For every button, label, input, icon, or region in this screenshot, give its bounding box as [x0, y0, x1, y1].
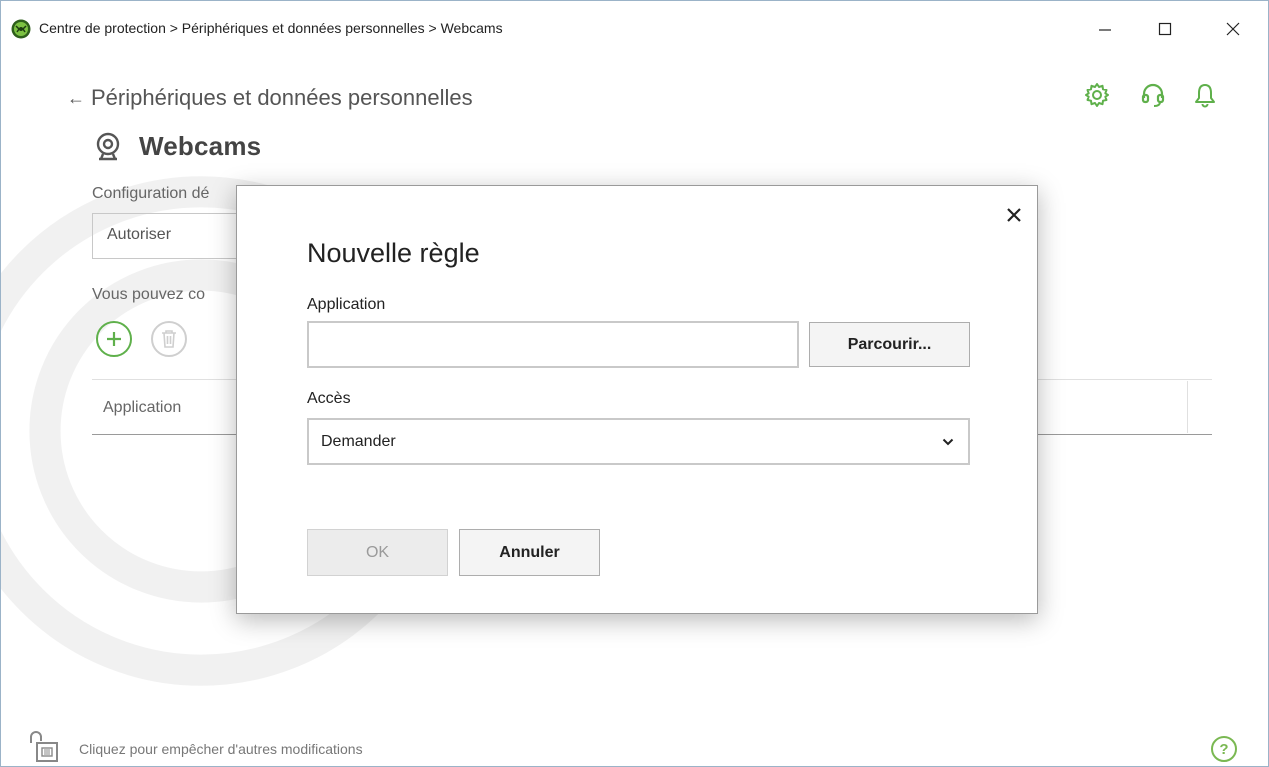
trash-icon [162, 330, 176, 348]
maximize-button[interactable] [1145, 14, 1185, 44]
drweb-logo-icon [11, 19, 31, 39]
dialog-close-button[interactable] [1003, 204, 1025, 226]
gear-icon[interactable] [1083, 81, 1111, 109]
help-icon-glyph: ? [1219, 740, 1229, 758]
help-icon[interactable]: ? [1211, 736, 1237, 762]
access-label: Accès [307, 390, 351, 407]
table-column-separator [1187, 381, 1188, 433]
page-heading: Webcams [93, 131, 261, 162]
add-rule-button[interactable] [96, 321, 132, 357]
lock-settings-link[interactable]: Cliquez pour empêcher d'autres modificat… [79, 741, 363, 757]
config-select-value: Autoriser [107, 226, 172, 243]
table-column-application[interactable]: Application [103, 399, 181, 417]
new-rule-dialog: Nouvelle règle Application Parcourir... … [236, 185, 1038, 614]
title-bar: Centre de protection > Périphériques et … [1, 1, 1268, 59]
application-input[interactable] [307, 321, 799, 368]
support-headset-icon[interactable] [1139, 81, 1167, 109]
rules-description: Vous pouvez co [92, 286, 205, 303]
ok-button[interactable]: OK [307, 529, 448, 576]
close-window-button[interactable] [1213, 14, 1253, 44]
minimize-icon [1099, 29, 1111, 31]
access-dropdown-value: Demander [321, 432, 396, 450]
config-select[interactable]: Autoriser [92, 213, 242, 259]
back-arrow-icon: ← [67, 87, 85, 108]
chevron-down-icon [942, 438, 954, 445]
close-icon [1007, 208, 1021, 222]
back-link-label: Périphériques et données personnelles [91, 85, 473, 110]
back-link[interactable]: ← Périphériques et données personnelles [67, 85, 473, 111]
window-title: Centre de protection > Périphériques et … [39, 20, 503, 36]
dialog-title: Nouvelle règle [307, 238, 480, 268]
lock-icon[interactable] [27, 729, 63, 763]
close-icon [1226, 22, 1240, 36]
config-label: Configuration dé [92, 185, 210, 202]
delete-rule-button[interactable] [151, 321, 187, 357]
browse-button[interactable]: Parcourir... [809, 322, 970, 367]
application-label: Application [307, 296, 386, 313]
page-title: Webcams [139, 131, 262, 161]
bell-icon[interactable] [1191, 81, 1219, 109]
minimize-button[interactable] [1085, 14, 1125, 44]
cancel-button[interactable]: Annuler [459, 529, 600, 576]
app-window: Centre de protection > Périphériques et … [0, 0, 1269, 767]
access-dropdown[interactable]: Demander [307, 418, 970, 465]
webcam-icon [96, 132, 120, 160]
maximize-icon [1158, 22, 1172, 36]
plus-icon [107, 332, 121, 346]
